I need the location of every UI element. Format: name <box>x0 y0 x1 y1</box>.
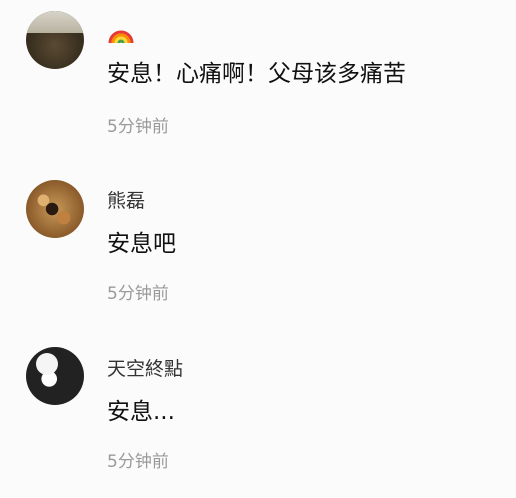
comment-text: 安息！心痛啊！父母该多痛苦 <box>107 61 406 87</box>
comment-username[interactable]: 天空終點 <box>107 358 183 380</box>
avatar[interactable] <box>26 11 84 69</box>
comment-text: 安息吧 <box>107 231 176 257</box>
comment-list: 安息！心痛啊！父母该多痛苦 5分钟前 熊磊 安息吧 5分钟前 天空終點 安息..… <box>0 0 516 498</box>
comment-time: 5分钟前 <box>107 452 169 472</box>
comment-text: 安息... <box>107 399 175 425</box>
comment-time: 5分钟前 <box>107 117 169 137</box>
rainbow-icon <box>108 30 134 44</box>
avatar[interactable] <box>26 347 84 405</box>
comment-username[interactable]: 熊磊 <box>107 190 145 212</box>
avatar[interactable] <box>26 180 84 238</box>
comment-time: 5分钟前 <box>107 284 169 304</box>
